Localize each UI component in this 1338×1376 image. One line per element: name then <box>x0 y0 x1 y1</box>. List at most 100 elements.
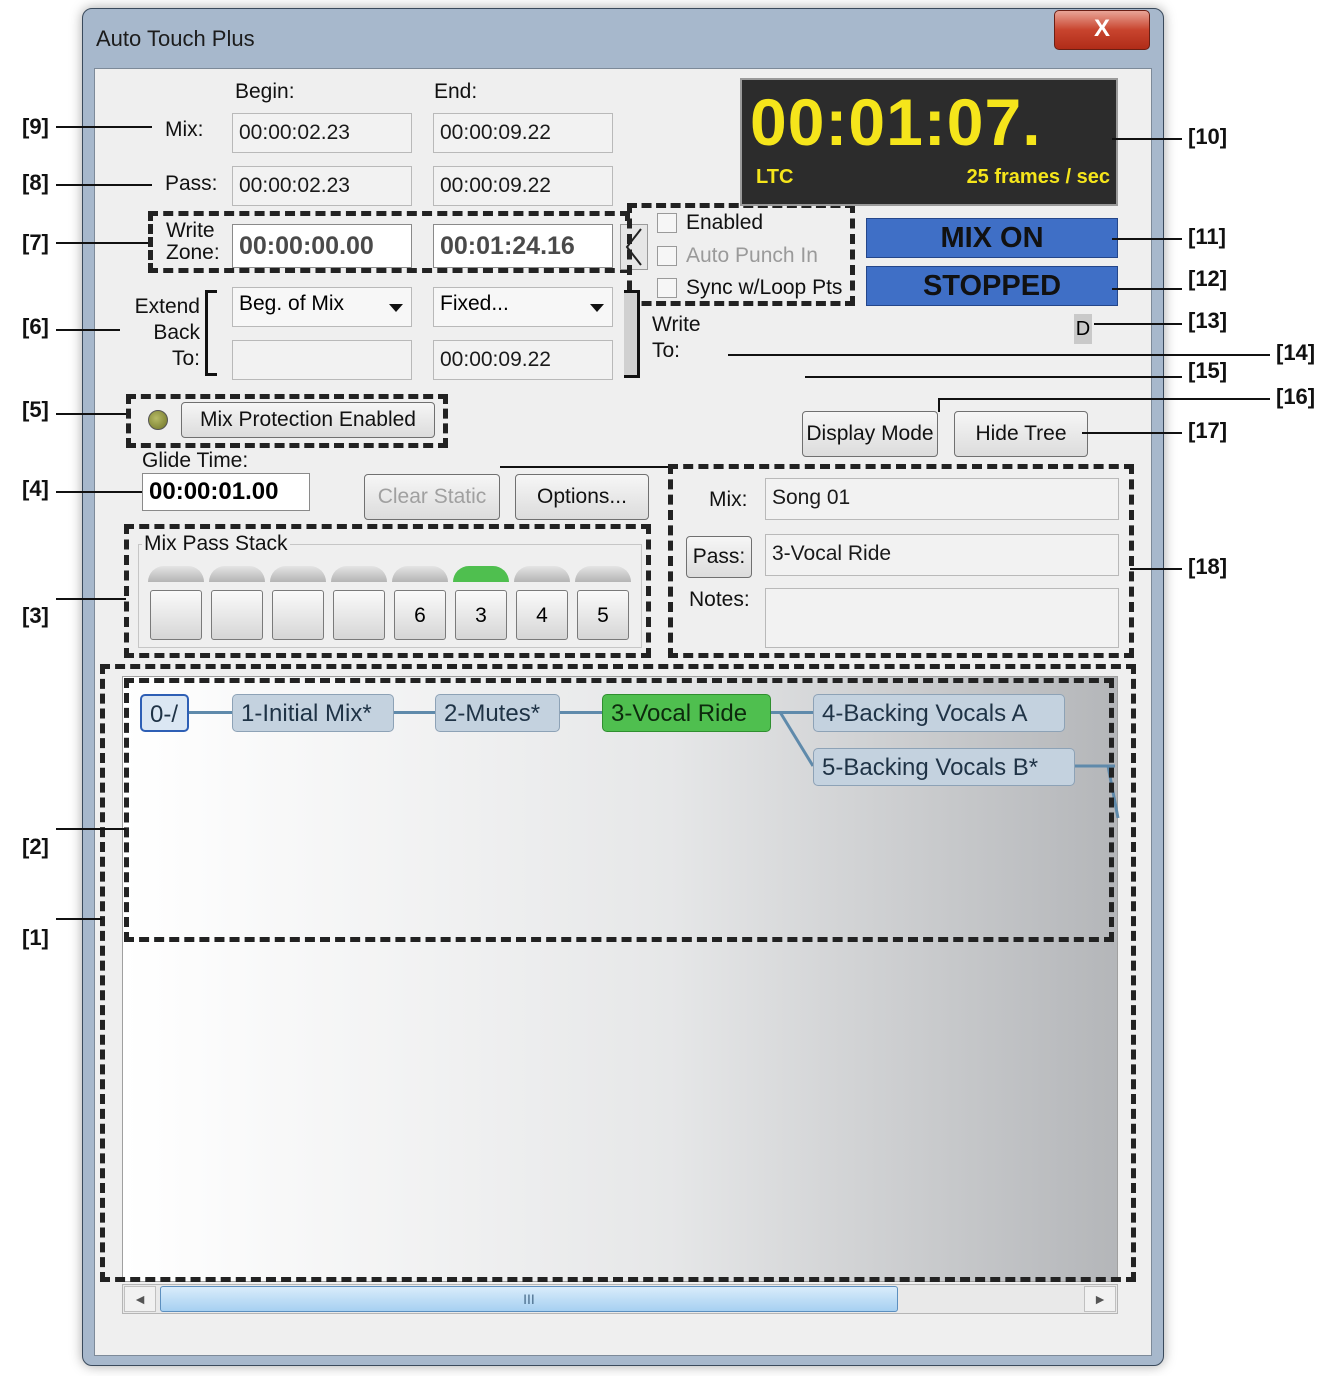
info-mix-label: Mix: <box>709 488 748 511</box>
annotation-11: [11] <box>1188 224 1226 249</box>
annotation-2: [2] <box>22 834 49 859</box>
leader-line-3 <box>56 598 126 600</box>
scroll-thumb[interactable]: III <box>160 1286 898 1312</box>
stack-slot-indicator <box>148 566 204 582</box>
annotation-7: [7] <box>22 230 49 255</box>
leader-line-7 <box>56 242 148 244</box>
notes-label: Notes: <box>689 588 750 611</box>
begin-label: Begin: <box>235 80 295 103</box>
extend-end-field[interactable]: 00:00:09.22 <box>433 340 613 380</box>
write-to-label: Write To: <box>652 313 701 362</box>
annotation-13: [13] <box>1188 308 1228 333</box>
mix-begin-field[interactable]: 00:00:02.23 <box>232 113 412 153</box>
transport-status-banner: STOPPED <box>866 266 1118 306</box>
timecode-value: 00:01:07. <box>750 85 1042 159</box>
annotation-3: [3] <box>22 603 49 628</box>
notes-field[interactable] <box>765 588 1119 648</box>
stack-slot-button[interactable] <box>211 590 263 640</box>
protection-led-icon <box>148 410 168 430</box>
sync-loop-checkbox[interactable] <box>657 278 677 298</box>
annotation-12: [12] <box>1188 266 1228 291</box>
stack-slot-indicator <box>270 566 326 582</box>
window-title: Auto Touch Plus <box>96 26 255 51</box>
leader-line-15 <box>805 376 1182 378</box>
leader-line-1 <box>56 918 102 920</box>
glide-time-field[interactable]: 00:00:01.00 <box>142 473 310 511</box>
leader-line-16 <box>938 398 1270 400</box>
extend-begin-field[interactable] <box>232 340 412 380</box>
stack-slot-indicator <box>331 566 387 582</box>
annotation-5: [5] <box>22 397 49 422</box>
stack-slot-button[interactable]: 6 <box>394 590 446 640</box>
annotation-17: [17] <box>1188 418 1228 443</box>
extend-begin-dropdown[interactable]: Beg. of Mix <box>232 287 412 327</box>
pass-button[interactable]: Pass: <box>686 536 752 578</box>
extend-end-dropdown[interactable]: Fixed... <box>433 287 613 327</box>
stack-slot-button[interactable]: 3 <box>455 590 507 640</box>
chevron-down-icon <box>590 304 604 312</box>
leader-line-9 <box>56 126 152 128</box>
annotation-8: [8] <box>22 170 49 195</box>
extend-left-bracket <box>205 290 217 376</box>
leader-line-2 <box>56 828 126 830</box>
annotation-10: [10] <box>1188 124 1228 149</box>
glide-time-label: Glide Time: <box>142 449 249 472</box>
clear-static-button[interactable]: Clear Static <box>364 474 500 520</box>
timecode-display: 00:01:07. LTC 25 frames / sec <box>740 78 1118 206</box>
pass-begin-field[interactable]: 00:00:02.23 <box>232 166 412 206</box>
hide-tree-button[interactable]: Hide Tree <box>954 411 1088 457</box>
leader-line-6 <box>56 329 120 331</box>
enabled-label: Enabled <box>686 211 764 234</box>
info-mix-field[interactable]: Song 01 <box>765 478 1119 520</box>
timecode-source: LTC <box>756 166 794 188</box>
leader-line-17 <box>1082 432 1182 434</box>
chevron-down-icon <box>389 304 403 312</box>
stack-slot-button[interactable] <box>272 590 324 640</box>
close-button[interactable]: X <box>1054 10 1150 50</box>
annotation-15: [15] <box>1188 358 1228 383</box>
mix-end-field[interactable]: 00:00:09.22 <box>433 113 613 153</box>
extend-back-label: Extend Back To: <box>134 295 200 370</box>
leader-line-11 <box>1112 238 1182 240</box>
status-indicator: D <box>1074 314 1092 344</box>
write-zone-end-field[interactable]: 00:01:24.16 <box>433 224 613 268</box>
pass-time-label: Pass: <box>165 172 218 195</box>
leader-line-12 <box>1112 288 1182 290</box>
leader-line-10 <box>1112 138 1182 140</box>
write-zone-begin-field[interactable]: 00:00:00.00 <box>232 224 412 268</box>
leader-line-16-drop <box>938 398 940 412</box>
auto-punch-label: Auto Punch In <box>686 244 818 267</box>
stack-slot-indicator <box>209 566 265 582</box>
annotation-6: [6] <box>22 314 49 339</box>
pass-end-field[interactable]: 00:00:09.22 <box>433 166 613 206</box>
mix-time-label: Mix: <box>165 118 204 141</box>
stack-slot-button[interactable] <box>150 590 202 640</box>
annotation-9: [9] <box>22 114 49 139</box>
leader-line-14 <box>728 354 1270 356</box>
mix-pass-stack-title: Mix Pass Stack <box>142 532 290 556</box>
auto-punch-checkbox[interactable] <box>657 246 677 266</box>
leader-line-options <box>500 466 668 468</box>
info-pass-field[interactable]: 3-Vocal Ride <box>765 534 1119 576</box>
stack-slot-indicator <box>453 566 509 582</box>
mix-pass-stack-slots: 6345 <box>148 566 638 646</box>
annotation-1: [1] <box>22 925 49 950</box>
stack-slot-button[interactable] <box>333 590 385 640</box>
stack-slot-button[interactable]: 4 <box>516 590 568 640</box>
scroll-left-icon[interactable]: ◄ <box>124 1286 156 1312</box>
leader-line-8 <box>56 184 152 186</box>
mix-protection-button[interactable]: Mix Protection Enabled <box>181 402 435 438</box>
options-button[interactable]: Options... <box>515 474 649 520</box>
end-label: End: <box>434 80 478 103</box>
leader-line-13 <box>1094 323 1182 325</box>
annotation-14: [14] <box>1276 340 1316 365</box>
annotation-4: [4] <box>22 476 49 501</box>
annotation-16: [16] <box>1276 384 1316 409</box>
tree-nodes-highlight <box>124 678 1114 942</box>
extend-right-bracket <box>624 290 640 378</box>
annotation-18: [18] <box>1188 554 1228 579</box>
scroll-right-icon[interactable]: ► <box>1084 1286 1116 1312</box>
enabled-checkbox[interactable] <box>657 213 677 233</box>
stack-slot-button[interactable]: 5 <box>577 590 629 640</box>
display-mode-button[interactable]: Display Mode <box>802 411 938 457</box>
